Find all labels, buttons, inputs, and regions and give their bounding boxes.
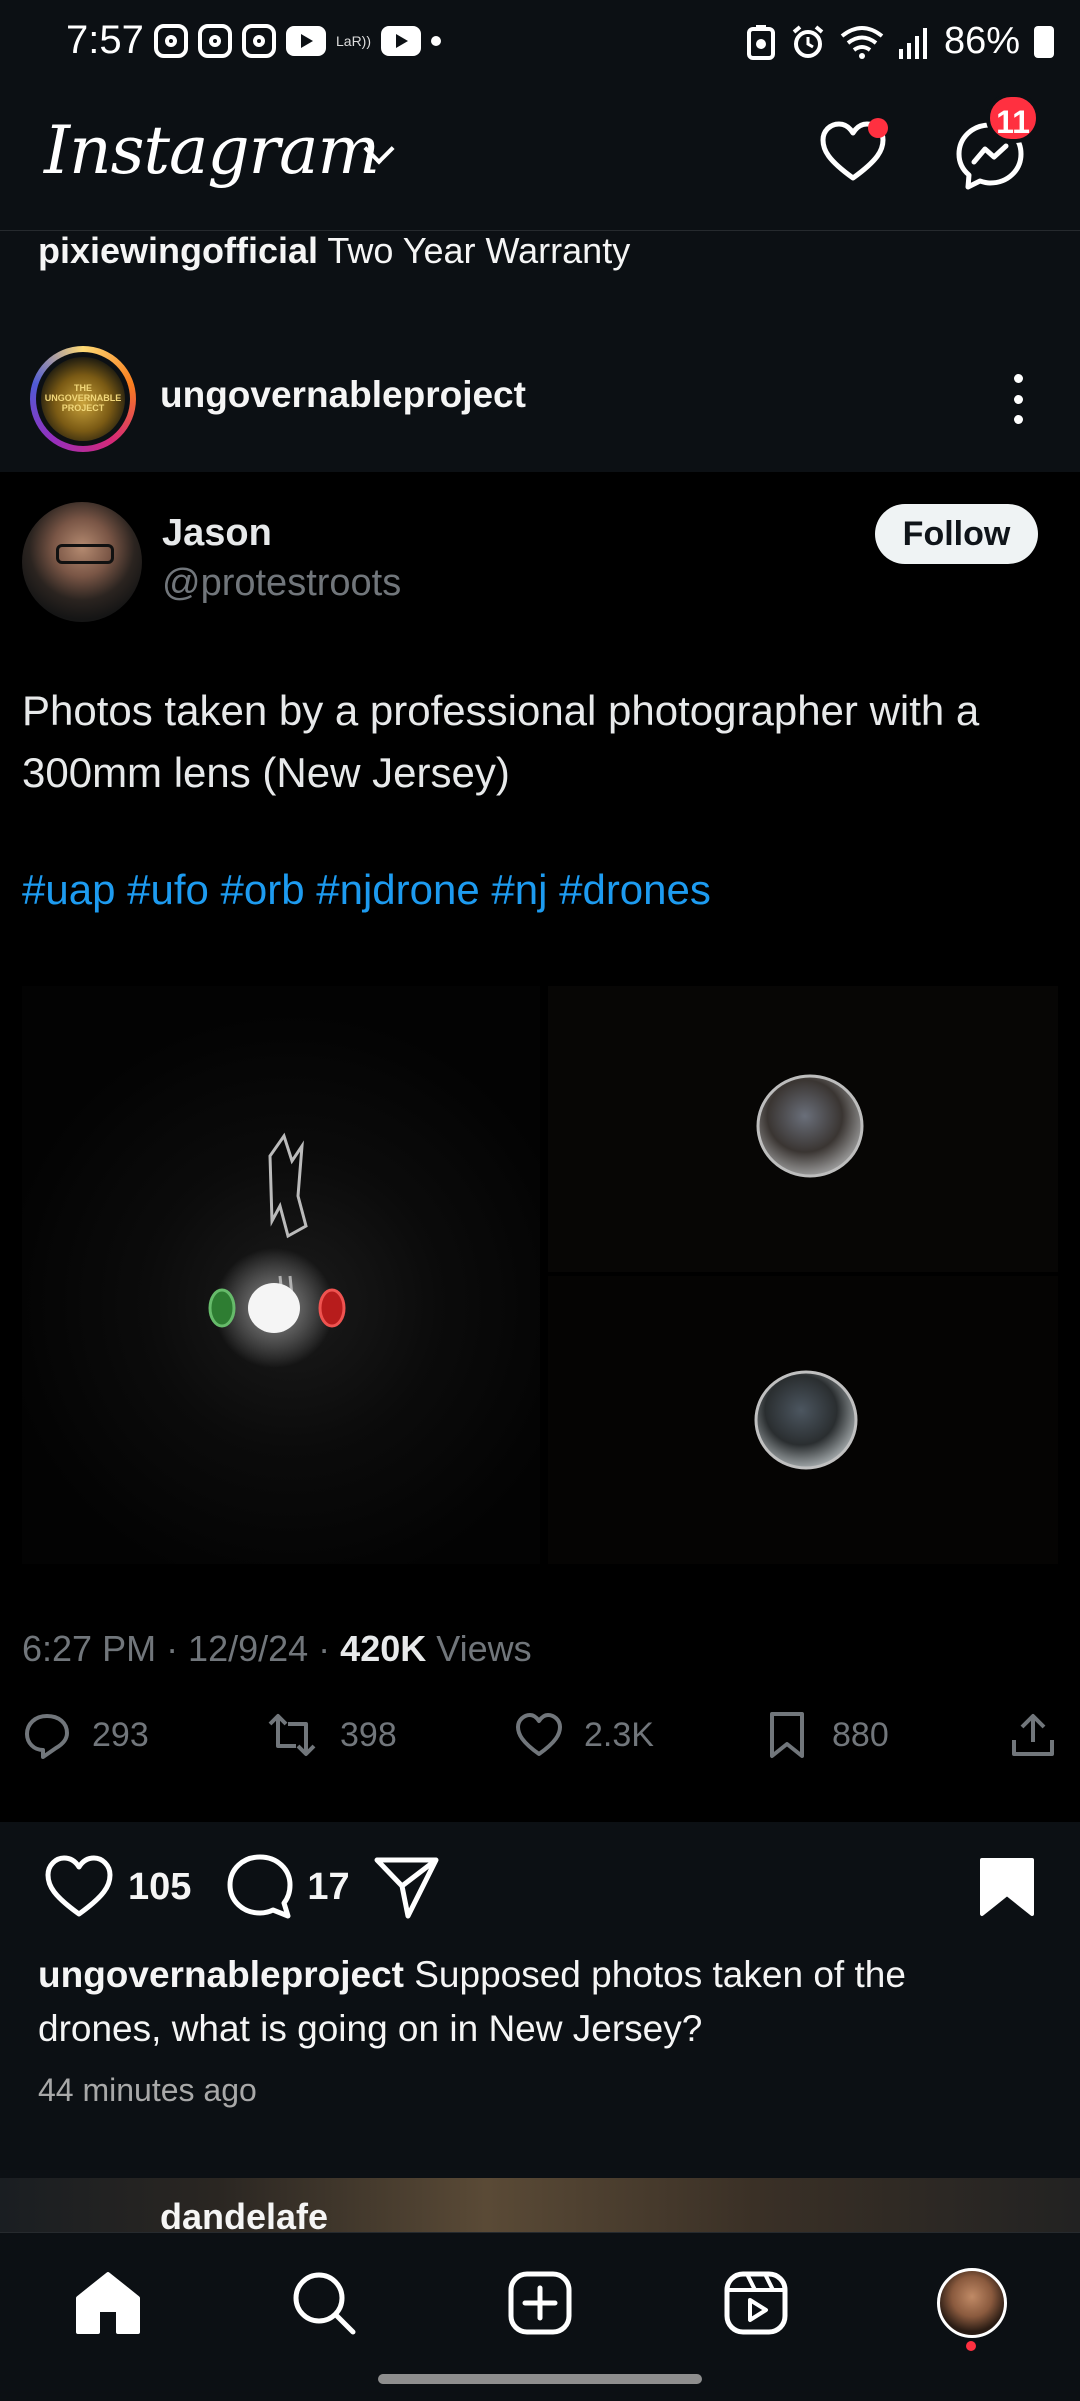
nav-search[interactable] xyxy=(284,2263,364,2343)
notification-icons: LaR)) xyxy=(154,24,442,58)
post-author-avatar[interactable]: THE UNGOVERNABLE PROJECT xyxy=(30,346,136,452)
tweet-views-count: 420K xyxy=(340,1628,427,1669)
reply-count: 293 xyxy=(92,1715,149,1754)
instagram-notification-icon xyxy=(154,24,188,58)
messages-badge: 11 xyxy=(986,93,1040,143)
share-send-icon[interactable] xyxy=(372,1854,442,1920)
repost-icon xyxy=(268,1714,316,1756)
like-count: 2.3K xyxy=(584,1715,654,1754)
post-author-username[interactable]: ungovernableproject xyxy=(160,374,526,416)
caption-username[interactable]: ungovernableproject xyxy=(38,1954,404,1995)
previous-post-caption-text: Two Year Warranty xyxy=(327,230,631,271)
status-time: 7:57 xyxy=(66,18,144,62)
instagram-notification-icon xyxy=(198,24,232,58)
post-caption: ungovernableproject Supposed photos take… xyxy=(38,1948,1028,2056)
lte-indicator: LaR)) xyxy=(336,33,372,49)
home-icon[interactable] xyxy=(74,2270,142,2336)
profile-avatar[interactable] xyxy=(937,2268,1007,2338)
tweet-metadata: 6:27 PM · 12/9/24 · 420K Views xyxy=(22,1628,532,1670)
nav-home[interactable] xyxy=(68,2263,148,2343)
system-icons: 86% xyxy=(746,20,1054,63)
youtube-notification-icon xyxy=(286,26,326,56)
instagram-notification-icon xyxy=(242,24,276,58)
photo-divider xyxy=(548,1272,1058,1276)
tweet-action-bar: 293 398 2.3K 880 xyxy=(22,1710,1058,1770)
status-bar: 7:57 LaR)) 86% xyxy=(0,0,1080,88)
reply-icon xyxy=(25,1714,69,1759)
create-icon[interactable] xyxy=(507,2270,573,2336)
gesture-home-bar[interactable] xyxy=(378,2374,702,2384)
like-icon xyxy=(516,1713,562,1756)
tweet-likes: 2.3K xyxy=(514,1710,654,1760)
tweet-timestamp: 6:27 PM · 12/9/24 · xyxy=(22,1628,341,1669)
like-heart-icon[interactable] xyxy=(44,1854,114,1920)
youtube-notification-icon xyxy=(381,26,422,56)
app-header: Instagram 11 xyxy=(0,88,1080,231)
battery-percent: 86% xyxy=(943,20,1020,62)
avatar-logo-text: THE UNGOVERNABLE PROJECT xyxy=(44,383,122,413)
tweet-reposts: 398 xyxy=(264,1710,397,1760)
more-notifications-dot-icon xyxy=(431,36,442,46)
tweet-author-avatar xyxy=(22,502,142,622)
instagram-logo[interactable]: Instagram xyxy=(44,112,380,189)
bookmark-count: 880 xyxy=(832,1715,889,1754)
reels-icon[interactable] xyxy=(723,2270,789,2336)
post-actions: 105 17 xyxy=(44,1852,442,1922)
bookmark-icon xyxy=(770,1712,804,1758)
post-time-ago: 44 minutes ago xyxy=(38,2072,257,2108)
like-count[interactable]: 105 xyxy=(128,1866,191,1909)
search-icon[interactable] xyxy=(291,2270,357,2336)
notification-dot xyxy=(868,118,888,138)
share-icon xyxy=(1012,1714,1054,1756)
nav-create[interactable] xyxy=(500,2263,580,2343)
tweet-replies: 293 xyxy=(22,1710,149,1760)
save-bookmark-icon[interactable] xyxy=(978,1856,1036,1918)
battery-saver-icon xyxy=(746,24,775,60)
alarm-icon xyxy=(792,24,824,58)
tweet-share xyxy=(1008,1710,1058,1760)
tweet-views-label: Views xyxy=(426,1628,532,1669)
profile-notification-dot xyxy=(966,2341,976,2351)
tweet-text: Photos taken by a professional photograp… xyxy=(22,687,980,796)
comment-count[interactable]: 17 xyxy=(307,1866,349,1909)
more-options-icon[interactable] xyxy=(1006,374,1030,424)
tweet-bookmarks: 880 xyxy=(762,1710,889,1760)
previous-post-caption: pixiewingofficial Two Year Warranty xyxy=(38,230,630,272)
signal-icon xyxy=(898,27,927,59)
drone-photo xyxy=(22,986,540,1564)
wifi-icon xyxy=(840,25,884,59)
tweet-author-handle: @protestroots xyxy=(162,562,402,604)
comment-icon[interactable] xyxy=(225,1852,295,1922)
battery-icon xyxy=(1034,25,1054,58)
nav-reels[interactable] xyxy=(716,2263,796,2343)
repost-count: 398 xyxy=(340,1715,397,1754)
tweet-hashtags: #uap #ufo #orb #njdrone #nj #drones xyxy=(22,866,711,913)
tweet-follow-button: Follow xyxy=(875,504,1038,564)
tweet-author-name: Jason xyxy=(162,512,272,554)
nav-profile[interactable] xyxy=(932,2263,1012,2343)
previous-post-username[interactable]: pixiewingofficial xyxy=(38,230,318,271)
